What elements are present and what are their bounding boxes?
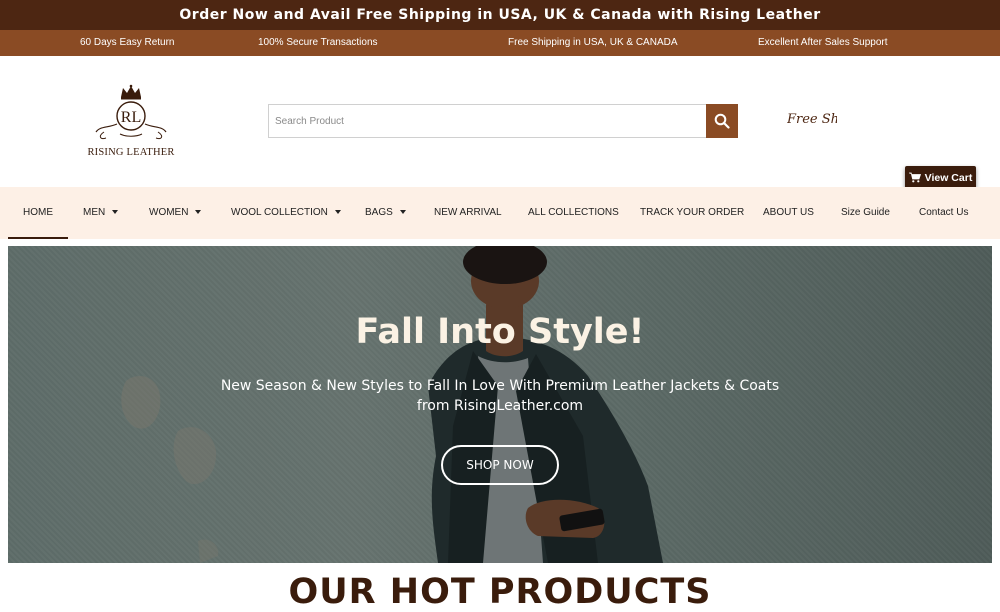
main-nav: HOME MEN WOMEN WOOL COLLECTION BAGS NEW …: [0, 187, 1000, 239]
hero-subtitle: New Season & New Styles to Fall In Love …: [220, 378, 780, 414]
view-cart-button[interactable]: View Cart: [905, 166, 976, 189]
search-input[interactable]: [269, 105, 707, 137]
feature-support: Excellent After Sales Support: [758, 37, 888, 48]
caret-down-icon: [334, 210, 341, 214]
section-title: OUR HOT PRODUCTS: [288, 572, 712, 612]
logo[interactable]: RL RISING LEATHER: [86, 84, 176, 164]
view-cart-label: View Cart: [924, 171, 973, 184]
hero-banner: Fall Into Style! New Season & New Styles…: [8, 246, 992, 563]
feature-secure-transactions: 100% Secure Transactions: [258, 37, 378, 48]
search-bar: [268, 104, 738, 138]
cart-icon: [908, 172, 921, 183]
caret-down-icon: [399, 210, 406, 214]
nav-about-us[interactable]: ABOUT US: [763, 187, 814, 239]
shop-now-button[interactable]: SHOP NOW: [441, 445, 559, 485]
nav-wool-collection-label: WOOL COLLECTION: [231, 207, 328, 218]
nav-contact-us[interactable]: Contact Us: [919, 187, 968, 239]
nav-size-guide-label: Size Guide: [841, 207, 890, 218]
crown-emblem-icon: RL: [95, 84, 167, 139]
nav-about-us-label: ABOUT US: [763, 207, 814, 218]
site-header: RL RISING LEATHER Free Shipping View Car…: [0, 56, 1000, 189]
search-button[interactable]: [706, 104, 738, 138]
nav-bags-label: BAGS: [365, 207, 393, 218]
caret-down-icon: [195, 210, 202, 214]
logo-text: RISING LEATHER: [87, 147, 175, 158]
nav-size-guide[interactable]: Size Guide: [841, 187, 890, 239]
nav-women-label: WOMEN: [149, 207, 189, 218]
nav-contact-us-label: Contact Us: [919, 207, 969, 218]
announcement-bar: Order Now and Avail Free Shipping in USA…: [0, 0, 1000, 30]
nav-home-label: HOME: [23, 207, 53, 218]
nav-wool-collection[interactable]: WOOL COLLECTION: [231, 187, 341, 239]
nav-bags[interactable]: BAGS: [365, 187, 406, 239]
nav-new-arrival-label: NEW ARRIVAL: [434, 207, 502, 218]
logo-monogram: RL: [121, 109, 141, 126]
hero-title: Fall Into Style!: [355, 312, 645, 352]
announcement-text: Order Now and Avail Free Shipping in USA…: [179, 7, 821, 23]
nav-home[interactable]: HOME: [8, 187, 68, 239]
nav-all-collections[interactable]: ALL COLLECTIONS: [528, 187, 619, 239]
nav-all-collections-label: ALL COLLECTIONS: [528, 207, 619, 218]
nav-track-order-label: TRACK YOUR ORDER: [640, 207, 745, 218]
feature-easy-return: 60 Days Easy Return: [80, 37, 175, 48]
nav-track-order[interactable]: TRACK YOUR ORDER: [640, 187, 744, 239]
feature-free-shipping: Free Shipping in USA, UK & CANADA: [508, 37, 678, 48]
nav-women[interactable]: WOMEN: [149, 187, 202, 239]
search-icon: [714, 113, 730, 129]
free-shipping-marquee: Free Shipping: [787, 112, 837, 127]
features-bar: 60 Days Easy Return 100% Secure Transact…: [0, 30, 1000, 56]
nav-men[interactable]: MEN: [83, 187, 119, 239]
nav-men-label: MEN: [83, 207, 106, 218]
caret-down-icon: [112, 210, 119, 214]
nav-new-arrival[interactable]: NEW ARRIVAL: [434, 187, 502, 239]
